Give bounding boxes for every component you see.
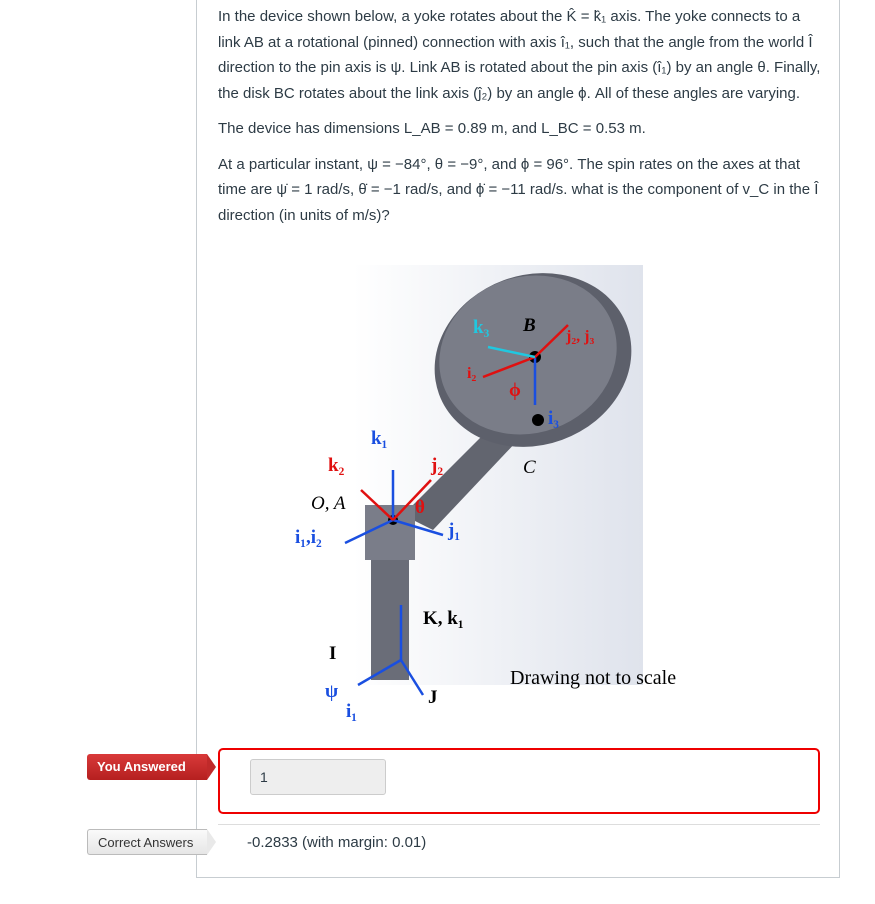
question-paragraph: In the device shown below, a yoke rotate… — [218, 8, 821, 102]
question-paragraph: The device has dimensions L_AB = 0.89 m,… — [218, 120, 646, 137]
label-c: C — [523, 457, 536, 478]
label-o-a: O, A — [311, 493, 346, 514]
label-k1: k₁ — [371, 428, 388, 449]
post — [371, 555, 409, 680]
divider — [218, 824, 820, 825]
drawing-note: Drawing not to scale — [510, 667, 677, 689]
label-i3: i₃ — [548, 408, 559, 429]
question-paragraph: At a particular instant, ψ = −84°, θ = −… — [218, 155, 819, 224]
label-theta: θ — [415, 497, 425, 518]
label-j2: j₂ — [431, 455, 444, 476]
label-b: B — [523, 315, 536, 336]
label-k3: k₃ — [473, 317, 490, 338]
label-k-k1: K, k₁ — [423, 608, 464, 629]
label-i-world: I — [329, 643, 337, 664]
label-phi: ϕ — [509, 380, 521, 401]
device-figure: k₃ B j₂, j₃ i₂ ϕ i₃ C k₁ k₂ j₂ O, A θ j₁… — [283, 265, 676, 735]
yoke — [365, 505, 415, 560]
correct-answer-text: -0.2833 (with margin: 0.01) — [247, 834, 427, 851]
label-i1: i₁ — [346, 701, 357, 722]
question-text: In the device shown below, a yoke rotate… — [218, 4, 823, 238]
label-j1: j₁ — [448, 520, 461, 541]
you-answered-badge: You Answered — [87, 754, 216, 780]
label-i1-i2: i₁,i₂ — [295, 527, 322, 548]
label-k2: k₂ — [328, 455, 345, 476]
answer-input[interactable]: 1 — [250, 759, 386, 795]
correct-answers-badge: Correct Answers — [87, 829, 216, 855]
label-i2: i₂ — [467, 365, 477, 382]
label-j2-j3: j₂, j₃ — [566, 328, 595, 345]
label-j-world: J — [428, 687, 438, 708]
label-psi: ψ — [325, 681, 339, 702]
wrong-answer-box: 1 — [218, 748, 820, 814]
